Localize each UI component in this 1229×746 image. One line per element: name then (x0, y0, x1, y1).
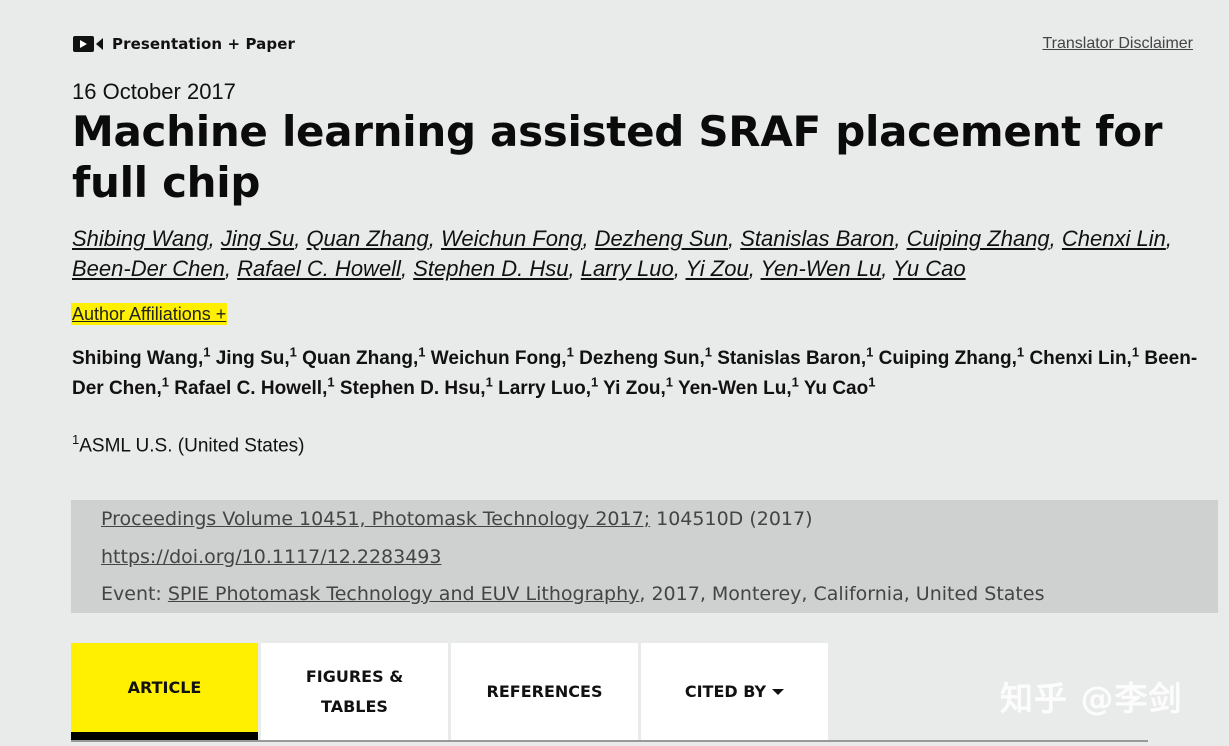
tab-references[interactable]: REFERENCES (451, 643, 638, 740)
content-type-label: Presentation + Paper (112, 35, 295, 53)
tab-cited-by-label: CITED BY (684, 681, 767, 701)
author-name: Jing Su, (215, 348, 290, 369)
author-separator: , (208, 226, 221, 251)
author-link[interactable]: Shibing Wang (72, 226, 209, 251)
author-separator: , (568, 256, 581, 281)
affiliation-marker: 1 (289, 344, 297, 360)
author-link[interactable]: Yi Zou (686, 256, 749, 281)
affiliation-entry: 1ASML U.S. (United States) (72, 432, 305, 457)
publication-date: 16 October 2017 (72, 79, 236, 104)
article-number: 104510D (2017) (650, 508, 813, 530)
affiliation-marker: 1 (665, 374, 674, 390)
author-name: Stanislas Baron, (717, 348, 867, 369)
tab-figures-tables-label: FIGURES & TABLES (305, 666, 404, 716)
author-name: Shibing Wang, (72, 348, 204, 369)
author-link[interactable]: Chenxi Lin (1062, 226, 1166, 251)
author-link[interactable]: Jing Su (221, 226, 294, 251)
proceedings-row: Proceedings Volume 10451, Photomask Tech… (101, 506, 1218, 544)
author-link[interactable]: Cuiping Zhang (907, 226, 1050, 251)
author-name: Yu Cao (803, 378, 869, 399)
tab-references-label: REFERENCES (486, 681, 603, 701)
author-name: Chenxi Lin, (1029, 348, 1132, 369)
affiliation-marker: 1 (866, 344, 874, 360)
author-separator: , (881, 256, 894, 281)
author-link[interactable]: Yen-Wen Lu (761, 256, 882, 281)
author-separator: , (748, 256, 761, 281)
author-affiliations-toggle[interactable]: Author Affiliations + (71, 303, 228, 325)
author-link[interactable]: Been-Der Chen (72, 256, 225, 281)
affiliation-name: ASML U.S. (United States) (79, 435, 305, 457)
event-details: , 2017, Monterey, California, United Sta… (639, 583, 1045, 605)
author-name: Quan Zhang, (302, 348, 419, 369)
author-name: Larry Luo, (498, 378, 591, 399)
author-affiliation-list: Shibing Wang,1 Jing Su,1 Quan Zhang,1 We… (72, 344, 1222, 404)
watermark: 知乎 @李剑 (1000, 679, 1183, 718)
proceedings-link[interactable]: Proceedings Volume 10451, Photomask Tech… (101, 508, 650, 530)
author-name: Cuiping Zhang, (878, 348, 1017, 369)
affiliation-marker: 1 (327, 374, 335, 390)
author-name: Rafael C. Howell, (174, 378, 328, 399)
author-link[interactable]: Yu Cao (893, 256, 966, 281)
author-name: Stephen D. Hsu, (339, 378, 486, 399)
tab-article[interactable]: ARTICLE (71, 643, 258, 740)
author-link[interactable]: Rafael C. Howell (237, 256, 401, 281)
doi-row: https://doi.org/10.1117/12.2283493 (101, 544, 1218, 582)
affiliation-marker: 1 (704, 344, 712, 360)
author-name: Weichun Fong, (430, 348, 567, 369)
affiliation-marker: 1 (203, 344, 211, 360)
author-separator: , (224, 256, 238, 281)
author-link[interactable]: Dezheng Sun (595, 226, 728, 251)
author-links-list: Shibing Wang, Jing Su, Quan Zhang, Weich… (72, 224, 1212, 284)
event-row: Event: SPIE Photomask Technology and EUV… (101, 581, 1218, 619)
affiliation-marker: 1 (485, 374, 493, 390)
affiliation-marker: 1 (161, 374, 169, 390)
chevron-down-icon (772, 688, 785, 695)
author-name: Yi Zou, (603, 378, 666, 399)
author-separator: , (294, 226, 307, 251)
author-separator: , (1165, 226, 1172, 251)
tab-figures-tables[interactable]: FIGURES & TABLES (261, 643, 448, 740)
author-link[interactable]: Quan Zhang (306, 226, 428, 251)
page-title: Machine learning assisted SRAF placement… (72, 107, 1163, 207)
publication-info-box: Proceedings Volume 10451, Photomask Tech… (71, 500, 1218, 613)
event-prefix: Event: (101, 583, 168, 605)
author-separator: , (582, 226, 595, 251)
author-separator: , (673, 256, 686, 281)
affiliation-marker: 1 (566, 344, 574, 360)
author-link[interactable]: Stephen D. Hsu (413, 256, 568, 281)
author-link[interactable]: Stanislas Baron (740, 226, 894, 251)
affiliation-marker: 1 (1131, 344, 1140, 360)
affiliation-marker: 1 (868, 374, 876, 390)
author-separator: , (400, 256, 414, 281)
author-link[interactable]: Larry Luo (581, 256, 674, 281)
author-separator: , (894, 226, 907, 251)
affiliation-marker: 1 (791, 374, 799, 390)
author-link[interactable]: Weichun Fong (441, 226, 582, 251)
doi-link[interactable]: https://doi.org/10.1117/12.2283493 (101, 546, 441, 568)
affiliation-marker: 1 (1016, 344, 1025, 360)
author-separator: , (1049, 226, 1062, 251)
translator-disclaimer-link[interactable]: Translator Disclaimer (1042, 35, 1193, 53)
tab-cited-by[interactable]: CITED BY (641, 643, 828, 740)
video-camera-icon (72, 34, 104, 54)
tab-article-label: ARTICLE (127, 677, 202, 697)
author-name: Dezheng Sun, (579, 348, 705, 369)
content-type-badge: Presentation + Paper (72, 34, 295, 54)
affiliation-marker: 1 (591, 374, 599, 390)
affiliation-marker: 1 (418, 344, 426, 360)
author-separator: , (428, 226, 441, 251)
author-separator: , (728, 226, 741, 251)
tabs-divider (71, 740, 1148, 742)
event-link[interactable]: SPIE Photomask Technology and EUV Lithog… (168, 583, 640, 605)
author-name: Yen-Wen Lu, (677, 378, 792, 399)
article-tabs: ARTICLE FIGURES & TABLES REFERENCES CITED… (71, 643, 828, 740)
